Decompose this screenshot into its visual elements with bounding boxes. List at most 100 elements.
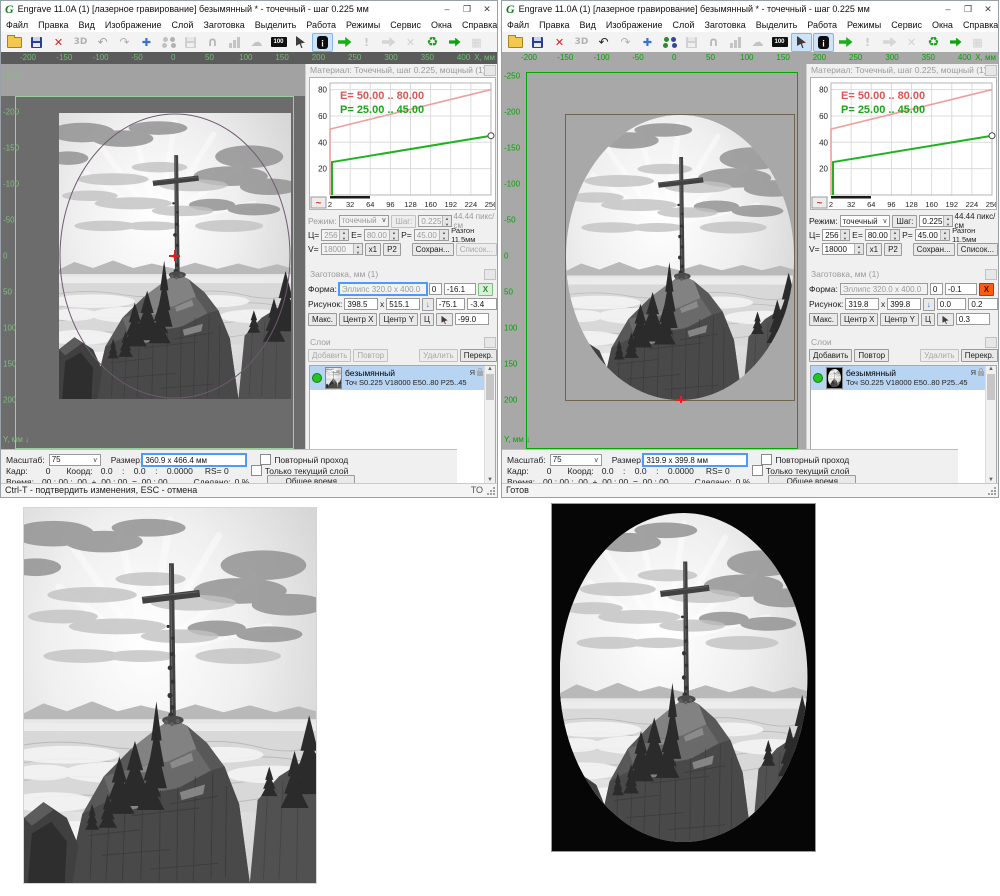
save-material-button[interactable]: Сохран... — [412, 243, 454, 256]
v-spinner[interactable]: 18000▲▼ — [321, 243, 363, 255]
picture-width-field[interactable]: 319.8 — [845, 298, 879, 310]
layers-scrollbar[interactable]: ▲ ▼ — [985, 366, 996, 483]
scale-combobox[interactable]: 75∨ — [550, 454, 602, 466]
toolbar-button-pointer-select[interactable] — [791, 33, 812, 52]
p-spinner[interactable]: 45.00▲▼ — [915, 229, 950, 241]
center-x-button[interactable]: Центр X — [840, 313, 878, 326]
menu-item[interactable]: Выделить — [250, 19, 302, 31]
spinner-arrows-icon[interactable]: ▲▼ — [442, 216, 451, 226]
v-spinner[interactable]: 18000▲▼ — [822, 243, 864, 255]
menu-item[interactable]: Файл — [502, 19, 534, 31]
max-button[interactable]: Макс. — [308, 313, 337, 326]
menu-item[interactable]: Вид — [74, 19, 100, 31]
layer-enabled-icon[interactable] — [312, 373, 322, 383]
overlap-button[interactable]: Перекр. — [961, 349, 998, 362]
toolbar-button-headphones[interactable]: ∩ — [703, 33, 724, 52]
toolbar-button-redo[interactable]: ↷ — [615, 33, 636, 52]
toolbar-button-3d[interactable]: 3D — [70, 33, 91, 52]
toolbar-button-warning[interactable]: ! — [857, 33, 878, 52]
engraving-image[interactable] — [59, 113, 291, 399]
spinner-arrows-icon[interactable]: ▲▼ — [840, 230, 849, 240]
close-button[interactable]: ✕ — [978, 1, 998, 17]
center-x-button[interactable]: Центр X — [339, 313, 377, 326]
menu-item[interactable]: Режимы — [842, 19, 886, 31]
step-spinner[interactable]: 0.225▲▼ — [919, 215, 952, 227]
save-material-button[interactable]: Сохран... — [913, 243, 955, 256]
panel-collapse-button[interactable] — [985, 269, 997, 280]
resize-grip-icon[interactable] — [988, 487, 996, 495]
menu-item[interactable]: Работа — [802, 19, 842, 31]
picture-dy-field[interactable]: -3.4 — [467, 298, 497, 310]
center-button[interactable]: Ц — [420, 313, 434, 326]
picture-dx-field[interactable]: -75.1 — [436, 298, 466, 310]
toolbar-button-recycle[interactable]: ♻ — [422, 33, 443, 52]
minimize-button[interactable]: – — [938, 1, 958, 17]
layers-scrollbar[interactable]: ▲ ▼ — [484, 366, 495, 483]
toolbar-button-skip[interactable] — [378, 33, 399, 52]
c-spinner[interactable]: 256▲▼ — [321, 229, 349, 241]
toolbar-button-bw-mode[interactable]: ¡ — [312, 33, 333, 52]
toolbar-button-open-folder[interactable] — [4, 33, 25, 52]
picture-width-field[interactable]: 398.5 — [344, 298, 378, 310]
repeat-pass-checkbox[interactable]: Повторный проход — [761, 454, 849, 465]
toolbar-button-grid[interactable]: ▦ — [967, 33, 988, 52]
toolbar-button-pointer-select[interactable] — [290, 33, 311, 52]
toolbar-button-open-folder[interactable] — [505, 33, 526, 52]
scroll-up-icon[interactable]: ▲ — [485, 366, 495, 372]
list-material-button[interactable]: Список... — [957, 243, 998, 256]
menu-item[interactable]: Изображение — [601, 19, 668, 31]
repeat-pass-checkbox[interactable]: Повторный проход — [260, 454, 348, 465]
repeat-layer-button[interactable]: Повтор — [854, 349, 889, 362]
toolbar-button-close-task[interactable]: ✕ — [400, 33, 421, 52]
spinner-arrows-icon[interactable]: ▲▼ — [389, 230, 398, 240]
toolbar-button-save-as[interactable] — [180, 33, 201, 52]
toolbar-button-users[interactable] — [659, 33, 680, 52]
toolbar-button-save[interactable] — [527, 33, 548, 52]
menu-item[interactable]: Сервис — [385, 19, 426, 31]
menu-item[interactable]: Слой — [167, 19, 199, 31]
delete-layer-button[interactable]: Удалить — [419, 349, 458, 362]
toolbar-button-scale-100[interactable]: 100 — [268, 33, 289, 52]
mode-combobox[interactable]: точечный∨ — [840, 215, 891, 227]
extra-offset-field[interactable]: -99.0 — [455, 313, 489, 325]
toolbar-button-save[interactable] — [26, 33, 47, 52]
toolbar-button-chart[interactable] — [224, 33, 245, 52]
menu-item[interactable]: Правка — [33, 19, 73, 31]
panel-collapse-button[interactable] — [484, 269, 496, 280]
menu-item[interactable]: Окна — [927, 19, 958, 31]
menu-item[interactable]: Заготовка — [699, 19, 750, 31]
toolbar-button-undo[interactable]: ↶ — [593, 33, 614, 52]
title-bar[interactable]: G Engrave 11.0A (1) [лазерное гравирован… — [1, 1, 497, 17]
scroll-thumb[interactable] — [486, 374, 494, 400]
picture-dy-field[interactable]: 0.2 — [968, 298, 998, 310]
form-shape-field[interactable]: Эллипс 320.0 x 400.0 — [840, 283, 928, 295]
e-spinner[interactable]: 80.00▲▼ — [865, 229, 900, 241]
size-field[interactable]: 360.9 x 466.4 мм — [142, 454, 246, 466]
spinner-arrows-icon[interactable]: ▲▼ — [339, 230, 348, 240]
material-power-graph[interactable]: 806040202326496128160192224256E= 50.00 .… — [811, 78, 996, 209]
scale-combobox[interactable]: 75∨ — [49, 454, 101, 466]
p2-button[interactable]: P2 — [884, 243, 902, 256]
layer-row[interactable]: безымянный Точ S0.225 V18000 E50..80 P25… — [811, 366, 986, 390]
toolbar-button-move[interactable]: ✚ — [637, 33, 658, 52]
title-bar[interactable]: G Engrave 11.0A (1) [лазерное гравирован… — [502, 1, 998, 17]
size-field[interactable]: 319.9 x 399.8 мм — [643, 454, 747, 466]
toolbar-button-headphones[interactable]: ∩ — [202, 33, 223, 52]
max-button[interactable]: Макс. — [809, 313, 838, 326]
checkbox-icon[interactable] — [761, 454, 772, 465]
picture-height-field[interactable]: 515.1 — [386, 298, 420, 310]
toolbar-button-undo[interactable]: ↶ — [92, 33, 113, 52]
menu-item[interactable]: Файл — [1, 19, 33, 31]
menu-item[interactable]: Выделить — [751, 19, 803, 31]
maximize-button[interactable]: ❒ — [457, 1, 477, 17]
overlap-button[interactable]: Перекр. — [460, 349, 497, 362]
menu-item[interactable]: Работа — [301, 19, 341, 31]
toolbar-button-run[interactable] — [334, 33, 355, 52]
mode-combobox[interactable]: точечный∨ — [339, 215, 390, 227]
minimize-button[interactable]: – — [437, 1, 457, 17]
p2-button[interactable]: P2 — [383, 243, 401, 256]
close-button[interactable]: ✕ — [477, 1, 497, 17]
toolbar-button-delete[interactable]: ✕ — [48, 33, 69, 52]
spinner-arrows-icon[interactable]: ▲▼ — [943, 216, 952, 226]
menu-item[interactable]: Режимы — [341, 19, 385, 31]
